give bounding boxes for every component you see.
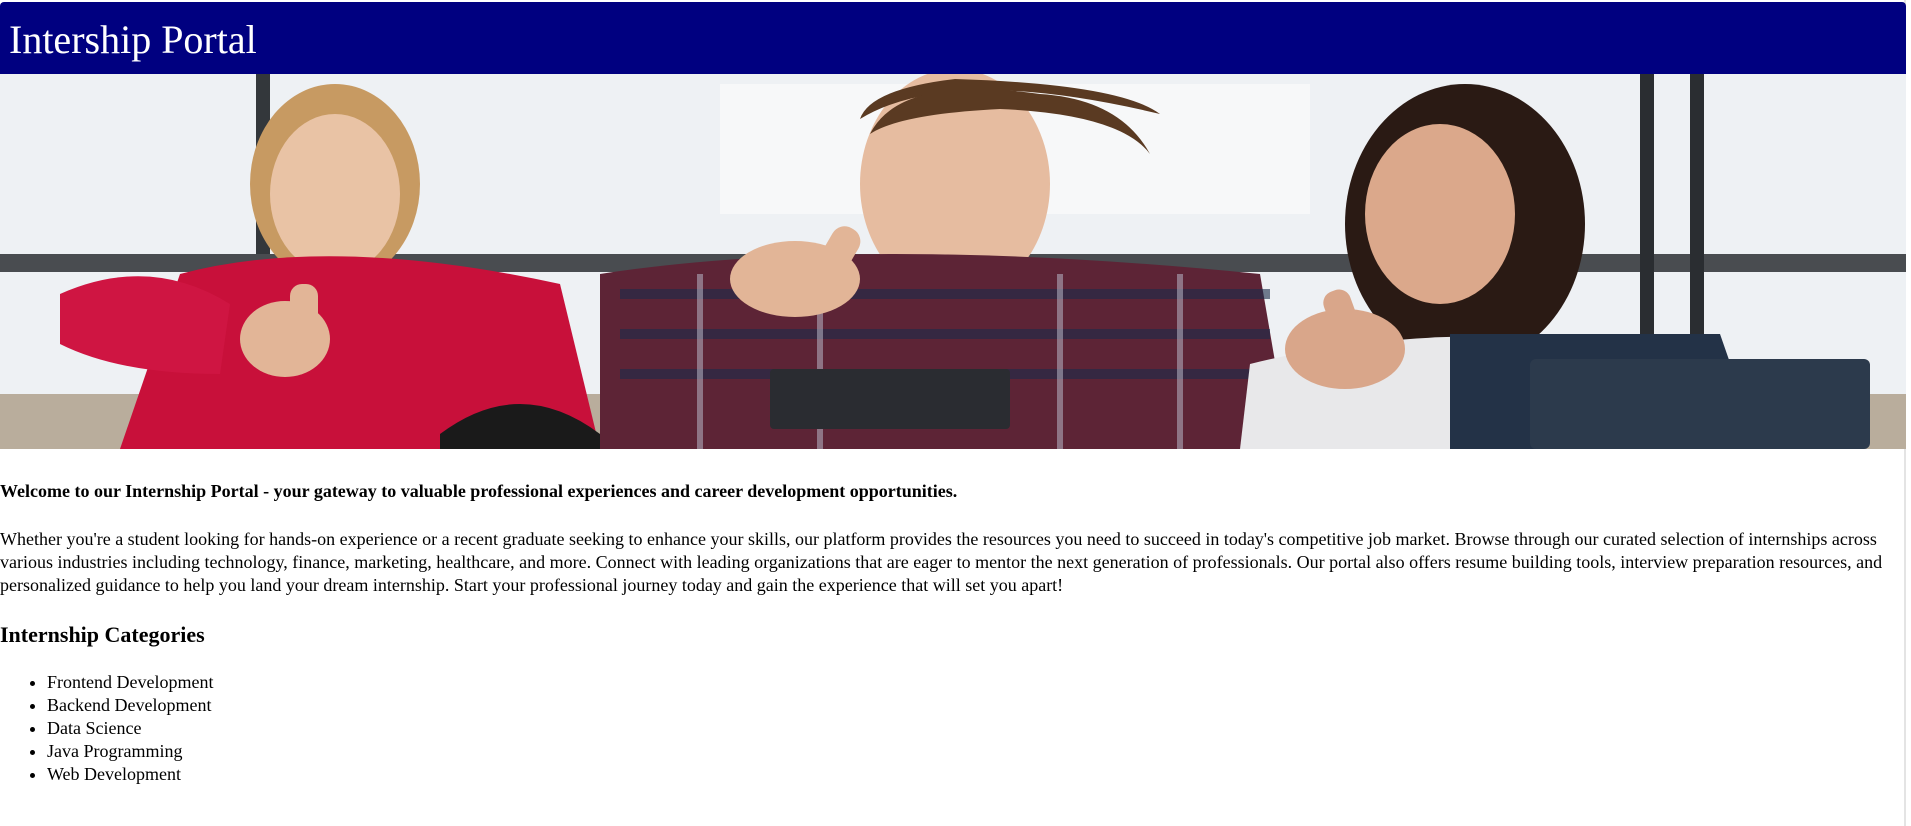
categories-list: Frontend Development Backend Development… <box>0 671 1900 786</box>
list-item: Java Programming <box>47 740 1900 763</box>
site-title: Intership Portal <box>9 17 257 62</box>
main-content: Welcome to our Internship Portal - your … <box>0 480 1900 786</box>
site-header: Intership Portal <box>0 2 1906 74</box>
list-item: Data Science <box>47 717 1900 740</box>
list-item: Web Development <box>47 763 1900 786</box>
list-item: Backend Development <box>47 694 1900 717</box>
portal-description: Whether you're a student looking for han… <box>0 529 1883 595</box>
welcome-intro: Welcome to our Internship Portal - your … <box>0 481 958 501</box>
list-item: Frontend Development <box>47 671 1900 694</box>
hero-photo-illustration <box>0 74 1906 449</box>
page: Intership Portal Welcome to our Internsh… <box>0 0 1911 826</box>
page-shell: Intership Portal Welcome to our Internsh… <box>0 0 1906 826</box>
categories-heading: Internship Categories <box>0 622 205 647</box>
hero-image <box>0 74 1906 449</box>
